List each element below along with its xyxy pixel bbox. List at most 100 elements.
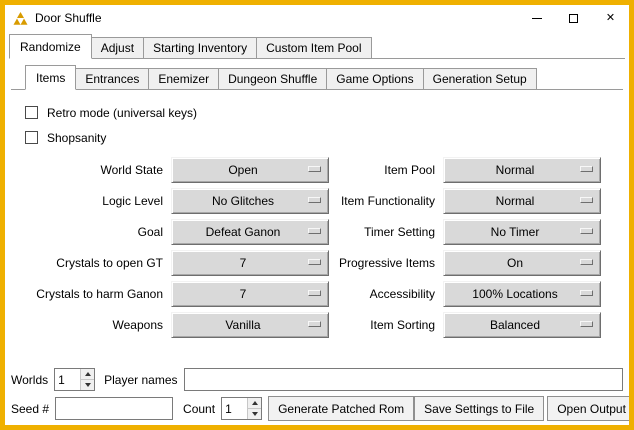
sub-tab-bar: Items Entrances Enemizer Dungeon Shuffle… [11, 65, 623, 90]
tab-entrances[interactable]: Entrances [75, 68, 149, 89]
dropdown-indicator-icon [580, 228, 593, 234]
dropdown-indicator-icon [580, 259, 593, 265]
tab-game-options[interactable]: Game Options [326, 68, 423, 89]
tab-custom-item-pool[interactable]: Custom Item Pool [256, 37, 371, 58]
tab-generation-setup[interactable]: Generation Setup [423, 68, 537, 89]
option-row: World State Open [19, 157, 329, 183]
window-title: Door Shuffle [35, 11, 102, 25]
tab-randomize[interactable]: Randomize [9, 34, 92, 59]
arrow-up-icon [252, 401, 258, 405]
worlds-label: Worlds [11, 373, 48, 387]
progressive-items-dropdown[interactable]: On [443, 250, 601, 276]
player-names-label: Player names [104, 373, 177, 387]
worlds-input[interactable] [55, 369, 80, 390]
option-label: Progressive Items [335, 256, 443, 270]
accessibility-dropdown[interactable]: 100% Locations [443, 281, 601, 307]
checkbox-icon [25, 106, 38, 119]
worlds-row: Worlds Player names [11, 368, 623, 391]
tab-dungeon-shuffle[interactable]: Dungeon Shuffle [218, 68, 327, 89]
dropdown-indicator-icon [580, 166, 593, 172]
dropdown-indicator-icon [580, 197, 593, 203]
option-row: Item Pool Normal [335, 157, 601, 183]
seed-row: Seed # Count Generate Patched Rom Save S… [11, 396, 623, 421]
maximize-button[interactable] [555, 5, 592, 31]
tab-starting-inventory[interactable]: Starting Inventory [143, 37, 257, 58]
dropdown-value: No Glitches [212, 194, 288, 208]
dropdown-value: Open [228, 163, 271, 177]
option-row: Item Functionality Normal [335, 188, 601, 214]
crystals-open-gt-dropdown[interactable]: 7 [171, 250, 329, 276]
dropdown-value: Vanilla [225, 318, 274, 332]
option-label: Goal [19, 225, 171, 239]
titlebar: Door Shuffle ✕ [5, 5, 629, 31]
spin-arrows [80, 369, 94, 390]
world-state-dropdown[interactable]: Open [171, 157, 329, 183]
seed-label: Seed # [11, 402, 49, 416]
app-window: Door Shuffle ✕ Randomize Adjust Starting… [0, 0, 634, 430]
save-settings-button[interactable]: Save Settings to File [414, 396, 544, 421]
dropdown-value: Defeat Ganon [206, 225, 295, 239]
option-row: Crystals to open GT 7 [19, 250, 329, 276]
close-button[interactable]: ✕ [592, 5, 629, 31]
options-grid: World State Open Logic Level No Glitches [19, 157, 617, 343]
crystals-harm-ganon-dropdown[interactable]: 7 [171, 281, 329, 307]
open-output-directory-button[interactable]: Open Output Directory [547, 396, 629, 421]
arrow-down-icon [252, 412, 258, 416]
option-label: Crystals to open GT [19, 256, 171, 270]
count-spin-up-button[interactable] [248, 398, 261, 408]
tab-adjust[interactable]: Adjust [91, 37, 144, 58]
count-label: Count [183, 402, 215, 416]
options-column-right: Item Pool Normal Item Functionality Norm… [335, 157, 601, 343]
count-input[interactable] [222, 398, 247, 419]
option-row: Goal Defeat Ganon [19, 219, 329, 245]
item-sorting-dropdown[interactable]: Balanced [443, 312, 601, 338]
weapons-dropdown[interactable]: Vanilla [171, 312, 329, 338]
timer-setting-dropdown[interactable]: No Timer [443, 219, 601, 245]
dropdown-indicator-icon [308, 321, 321, 327]
count-spin-down-button[interactable] [248, 408, 261, 419]
player-names-input[interactable] [184, 368, 624, 391]
option-label: World State [19, 163, 171, 177]
goal-dropdown[interactable]: Defeat Ganon [171, 219, 329, 245]
main-tab-bar: Randomize Adjust Starting Inventory Cust… [9, 34, 625, 59]
dropdown-value: 7 [240, 287, 261, 301]
seed-input[interactable] [55, 397, 173, 420]
option-label: Weapons [19, 318, 171, 332]
dropdown-value: Balanced [490, 318, 554, 332]
minimize-button[interactable] [518, 5, 555, 31]
bottom-bar: Worlds Player names Seed # Count [9, 361, 625, 421]
window-controls: ✕ [518, 5, 629, 31]
option-row: Logic Level No Glitches [19, 188, 329, 214]
arrow-up-icon [85, 372, 91, 376]
option-row: Timer Setting No Timer [335, 219, 601, 245]
generate-patched-rom-button[interactable]: Generate Patched Rom [268, 396, 414, 421]
count-spinbox[interactable] [221, 397, 262, 420]
close-icon: ✕ [606, 13, 615, 24]
worlds-spinbox[interactable] [54, 368, 95, 391]
worlds-spin-up-button[interactable] [81, 369, 94, 379]
option-label: Item Sorting [335, 318, 443, 332]
logic-level-dropdown[interactable]: No Glitches [171, 188, 329, 214]
option-label: Item Functionality [335, 194, 443, 208]
dropdown-value: Normal [496, 163, 549, 177]
option-row: Item Sorting Balanced [335, 312, 601, 338]
retro-mode-checkbox[interactable]: Retro mode (universal keys) [25, 100, 617, 125]
dropdown-value: 7 [240, 256, 261, 270]
spin-arrows [247, 398, 261, 419]
tab-items[interactable]: Items [25, 65, 76, 90]
checkbox-icon [25, 131, 38, 144]
dropdown-indicator-icon [308, 259, 321, 265]
option-row: Progressive Items On [335, 250, 601, 276]
dropdown-value: 100% Locations [472, 287, 571, 301]
dropdown-indicator-icon [580, 290, 593, 296]
dropdown-value: On [507, 256, 537, 270]
worlds-spin-down-button[interactable] [81, 379, 94, 390]
minimize-icon [532, 18, 542, 19]
shopsanity-checkbox[interactable]: Shopsanity [25, 125, 617, 150]
checkbox-label: Shopsanity [47, 131, 106, 145]
item-functionality-dropdown[interactable]: Normal [443, 188, 601, 214]
window-content: Randomize Adjust Starting Inventory Cust… [5, 31, 629, 425]
dropdown-indicator-icon [580, 321, 593, 327]
item-pool-dropdown[interactable]: Normal [443, 157, 601, 183]
tab-enemizer[interactable]: Enemizer [148, 68, 219, 89]
